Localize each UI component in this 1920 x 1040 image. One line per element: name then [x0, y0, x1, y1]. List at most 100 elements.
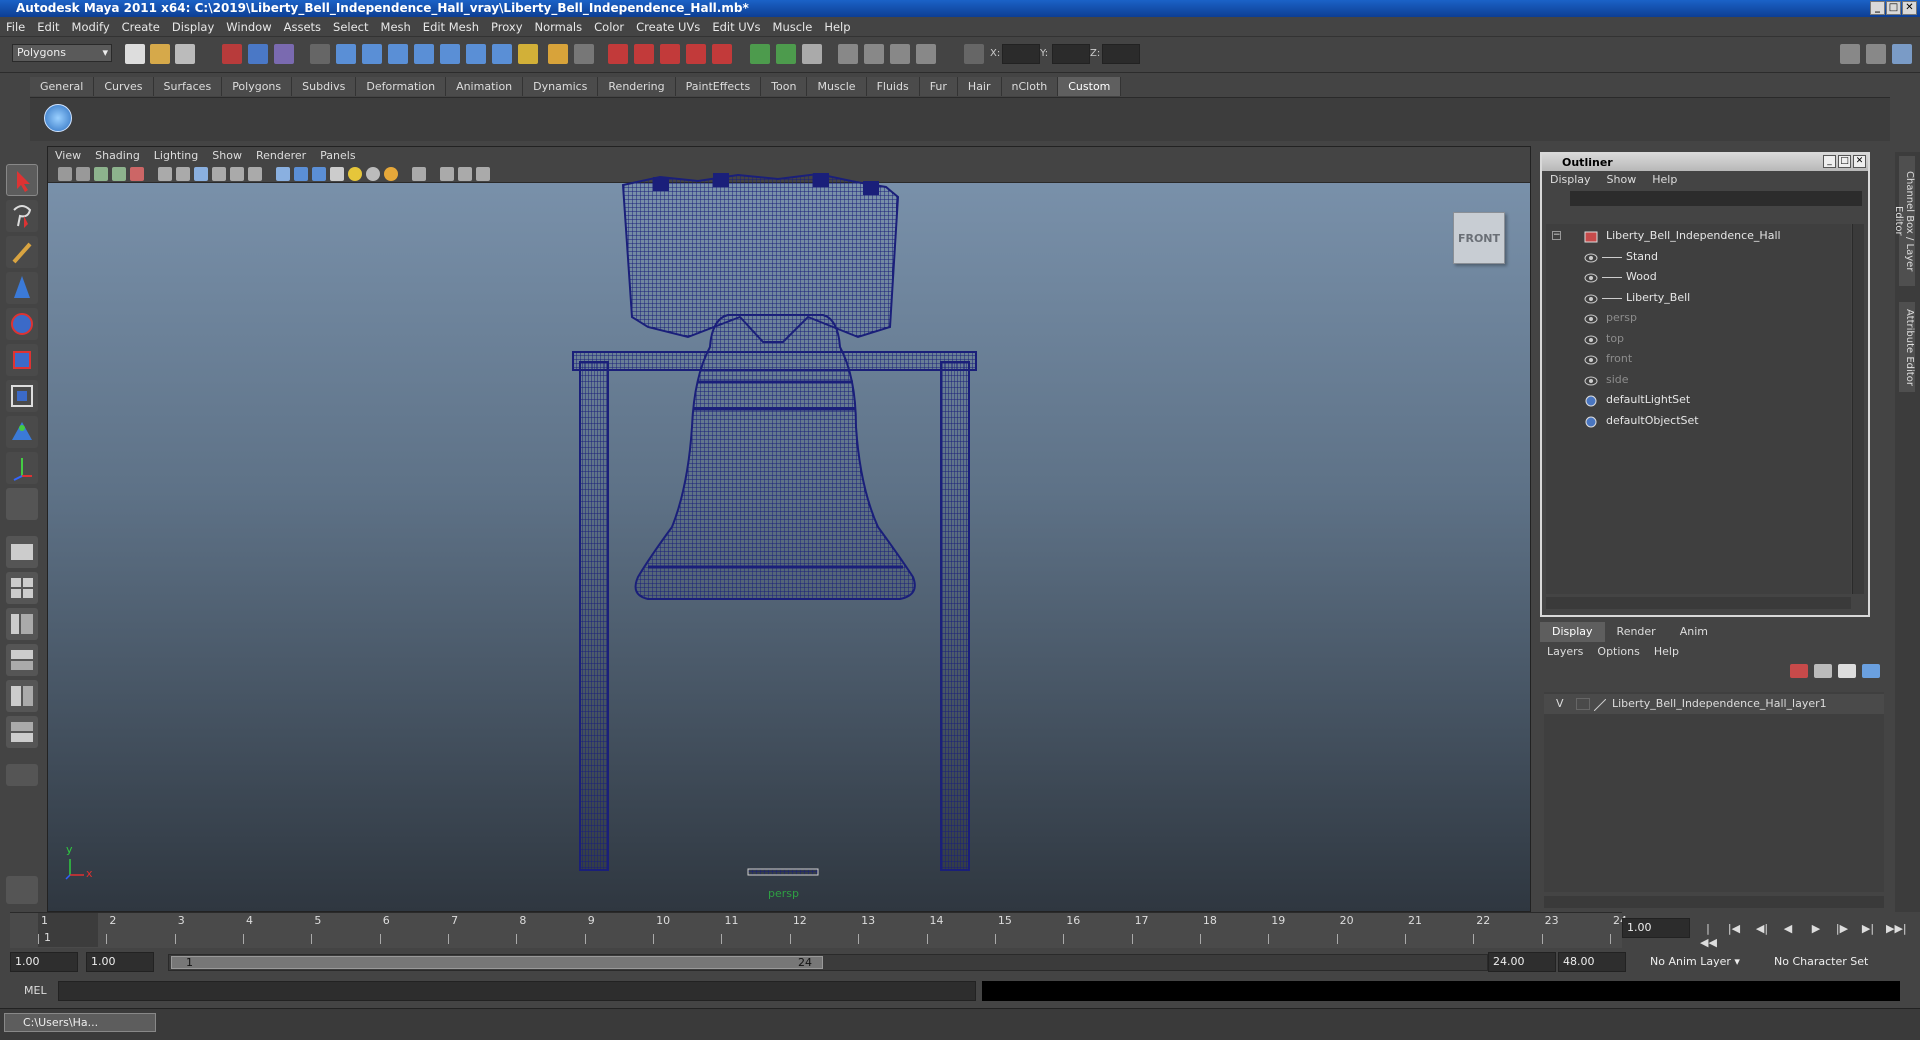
- step-back-key-icon[interactable]: |◀: [1726, 922, 1742, 936]
- snap-grid-icon[interactable]: [336, 44, 356, 64]
- toggle-layer-editor-icon[interactable]: [776, 44, 796, 64]
- layer-tab-display[interactable]: Display: [1540, 622, 1605, 642]
- go-to-start-icon[interactable]: |◀◀: [1700, 922, 1717, 949]
- menu-color[interactable]: Color: [588, 17, 630, 37]
- make-live-icon[interactable]: [440, 44, 460, 64]
- outliner-close-button[interactable]: ✕: [1853, 155, 1866, 168]
- step-back-frame-icon[interactable]: ◀|: [1754, 922, 1770, 936]
- check-shelf-icon[interactable]: [44, 104, 72, 132]
- end-time-field[interactable]: 48.00: [1558, 952, 1626, 972]
- move-up-layer-icon[interactable]: [1838, 664, 1856, 678]
- menu-muscle[interactable]: Muscle: [767, 17, 819, 37]
- snap-view-plane-icon[interactable]: [414, 44, 434, 64]
- command-input[interactable]: [58, 981, 976, 1001]
- layout-icon-3[interactable]: [1892, 44, 1912, 64]
- new-scene-icon[interactable]: [125, 44, 145, 64]
- outliner-item[interactable]: Wood: [1546, 267, 1846, 287]
- close-button[interactable]: ✕: [1902, 1, 1917, 15]
- start-time-field[interactable]: 1.00: [10, 952, 78, 972]
- menu-select[interactable]: Select: [327, 17, 374, 37]
- viewport-persp[interactable]: View Shading Lighting Show Renderer Panels: [47, 146, 1531, 912]
- graph-persp-layout-icon[interactable]: [6, 644, 38, 676]
- rotate-tool-icon[interactable]: [6, 308, 38, 340]
- shelf-tab-painteffects[interactable]: PaintEffects: [675, 77, 762, 96]
- time-slider[interactable]: 1 1 2 3 4 5 6 7 8 9 10 11 12 13 14 15 16 17 18 19 20 21 22 23 2…: [10, 912, 1627, 948]
- outliner-item[interactable]: side: [1546, 370, 1846, 390]
- step-forward-frame-icon[interactable]: |▶: [1834, 922, 1850, 936]
- shelf-tab-rendering[interactable]: Rendering: [598, 77, 676, 96]
- minimize-button[interactable]: _: [1870, 1, 1885, 15]
- range-slider-handle[interactable]: 1 24: [171, 956, 823, 969]
- paint-select-icon[interactable]: [6, 236, 38, 268]
- shelf-tab-fur[interactable]: Fur: [919, 77, 958, 96]
- new-layer-icon[interactable]: [1790, 664, 1808, 678]
- menu-display[interactable]: Display: [166, 17, 220, 37]
- outliner-item[interactable]: top: [1546, 329, 1846, 349]
- render-view-icon[interactable]: [712, 44, 732, 64]
- layer-color-swatch[interactable]: [1593, 698, 1607, 712]
- menu-help[interactable]: Help: [818, 17, 856, 37]
- soft-modification-icon[interactable]: [6, 416, 38, 448]
- modeling-toolkit-icon[interactable]: [890, 44, 910, 64]
- playback-end-field[interactable]: 24.00: [1488, 952, 1556, 972]
- layer-menu-layers[interactable]: Layers: [1540, 642, 1590, 662]
- history-icon[interactable]: [466, 44, 486, 64]
- hypershade-persp-layout-icon[interactable]: [6, 680, 38, 712]
- menu-set-dropdown[interactable]: Polygons ▾: [12, 44, 112, 62]
- menu-mesh[interactable]: Mesh: [375, 17, 417, 37]
- input-ops-icon[interactable]: [548, 44, 568, 64]
- layer-horizontal-scrollbar[interactable]: [1544, 896, 1884, 908]
- select-component-icon[interactable]: [274, 44, 294, 64]
- shelf-tab-custom[interactable]: Custom: [1058, 77, 1122, 96]
- attribute-editor-icon[interactable]: [802, 44, 822, 64]
- play-backwards-icon[interactable]: ◀: [1780, 922, 1796, 936]
- show-manipulator-icon[interactable]: [6, 452, 38, 484]
- channel-box-icon[interactable]: [864, 44, 884, 64]
- current-time-field[interactable]: 1.00: [1622, 918, 1690, 938]
- collapse-icon[interactable]: −: [1552, 231, 1561, 240]
- layer-template-toggle[interactable]: [1576, 698, 1590, 710]
- snap-curve-icon[interactable]: [362, 44, 382, 64]
- character-set-dropdown[interactable]: No Character Set: [1774, 952, 1868, 972]
- construction-history-icon[interactable]: [492, 44, 512, 64]
- outliner-item[interactable]: Stand: [1546, 247, 1846, 267]
- outliner-item[interactable]: Liberty_Bell: [1546, 288, 1846, 308]
- save-scene-icon[interactable]: [175, 44, 195, 64]
- view-cube[interactable]: FRONT: [1453, 212, 1505, 264]
- menu-proxy[interactable]: Proxy: [485, 17, 529, 37]
- layer-tab-render[interactable]: Render: [1605, 622, 1668, 642]
- move-tool-icon[interactable]: [6, 272, 38, 304]
- outliner-maximize-button[interactable]: □: [1838, 155, 1851, 168]
- outliner-menu-show[interactable]: Show: [1599, 171, 1645, 189]
- outliner-item[interactable]: defaultObjectSet: [1546, 411, 1846, 431]
- sidebar-toggle-icon[interactable]: [916, 44, 936, 64]
- menu-file[interactable]: File: [0, 17, 31, 37]
- menu-assets[interactable]: Assets: [278, 17, 327, 37]
- shelf-tab-deformation[interactable]: Deformation: [356, 77, 447, 96]
- open-scene-icon[interactable]: [150, 44, 170, 64]
- y-field[interactable]: [1052, 44, 1090, 64]
- snap-point-icon[interactable]: [388, 44, 408, 64]
- new-layer-selected-icon[interactable]: [1814, 664, 1832, 678]
- shelf-tab-polygons[interactable]: Polygons: [222, 77, 293, 96]
- render-settings-icon[interactable]: [660, 44, 680, 64]
- outliner-minimize-button[interactable]: _: [1823, 155, 1836, 168]
- menu-edit[interactable]: Edit: [31, 17, 65, 37]
- layer-visibility-toggle[interactable]: V: [1556, 694, 1564, 714]
- layer-tab-anim[interactable]: Anim: [1668, 622, 1720, 642]
- shelf-tab-dynamics[interactable]: Dynamics: [523, 77, 599, 96]
- outliner-vertical-scrollbar[interactable]: [1852, 224, 1864, 594]
- command-language-toggle[interactable]: MEL: [24, 984, 47, 997]
- toggle-channel-box-icon[interactable]: [750, 44, 770, 64]
- script-editor-icon[interactable]: [6, 876, 38, 904]
- outliner-menu-help[interactable]: Help: [1644, 171, 1685, 189]
- layer-menu-help[interactable]: Help: [1647, 642, 1686, 662]
- attribute-editor-tab[interactable]: Attribute Editor: [1899, 302, 1915, 392]
- layout-icon-1[interactable]: [1840, 44, 1860, 64]
- menu-create[interactable]: Create: [116, 17, 166, 37]
- menu-window[interactable]: Window: [220, 17, 277, 37]
- lock-selection-icon[interactable]: [310, 44, 330, 64]
- shelf-tab-ncloth[interactable]: nCloth: [1001, 77, 1059, 96]
- z-field[interactable]: [1102, 44, 1140, 64]
- hypershade-icon[interactable]: [686, 44, 706, 64]
